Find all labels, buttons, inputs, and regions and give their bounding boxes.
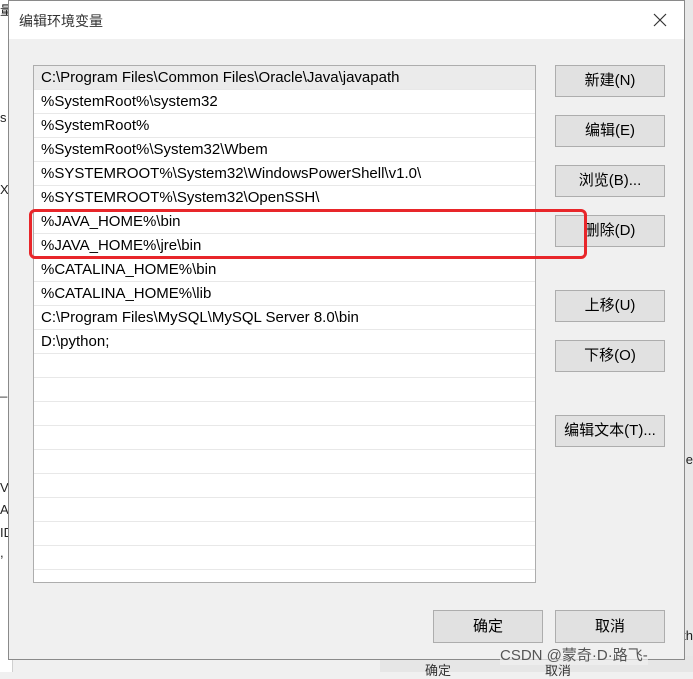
path-list-item[interactable]: %SYSTEMROOT%\System32\WindowsPowerShell\… xyxy=(34,162,535,186)
delete-button[interactable]: 删除(D) xyxy=(555,215,665,247)
path-list-item[interactable]: %SYSTEMROOT%\System32\OpenSSH\ xyxy=(34,186,535,210)
path-list-item[interactable]: %SystemRoot%\System32\Wbem xyxy=(34,138,535,162)
empty-list-row[interactable] xyxy=(34,426,535,450)
empty-list-row[interactable] xyxy=(34,474,535,498)
browse-button[interactable]: 浏览(B)... xyxy=(555,165,665,197)
path-list-item[interactable]: %SystemRoot% xyxy=(34,114,535,138)
edit-text-button[interactable]: 编辑文本(T)... xyxy=(555,415,665,447)
close-button[interactable] xyxy=(646,7,674,33)
empty-list-row[interactable] xyxy=(34,354,535,378)
path-list-item[interactable]: C:\Program Files\MySQL\MySQL Server 8.0\… xyxy=(34,306,535,330)
path-list-item[interactable]: %SystemRoot%\system32 xyxy=(34,90,535,114)
ok-button[interactable]: 确定 xyxy=(433,610,543,643)
path-list[interactable]: C:\Program Files\Common Files\Oracle\Jav… xyxy=(33,65,536,583)
path-list-item[interactable]: %CATALINA_HOME%\bin xyxy=(34,258,535,282)
move-up-button[interactable]: 上移(U) xyxy=(555,290,665,322)
path-list-item[interactable]: %JAVA_HOME%\bin xyxy=(34,210,535,234)
background-text: e xyxy=(685,452,693,467)
background-ok-button: 确定 xyxy=(425,663,452,678)
empty-list-row[interactable] xyxy=(34,522,535,546)
move-down-button[interactable]: 下移(O) xyxy=(555,340,665,372)
empty-list-row[interactable] xyxy=(34,546,535,570)
background-text: s xyxy=(0,110,7,125)
empty-list-row[interactable] xyxy=(34,378,535,402)
path-list-item[interactable]: %CATALINA_HOME%\lib xyxy=(34,282,535,306)
background-text: , xyxy=(0,545,4,560)
background-window-right xyxy=(685,0,693,672)
empty-list-row[interactable] xyxy=(34,498,535,522)
new-button[interactable]: 新建(N) xyxy=(555,65,665,97)
path-list-item[interactable]: %JAVA_HOME%\jre\bin xyxy=(34,234,535,258)
path-list-item[interactable]: C:\Program Files\Common Files\Oracle\Jav… xyxy=(34,66,535,90)
dialog-title: 编辑环境变量 xyxy=(19,13,103,29)
title-bar: 编辑环境变量 xyxy=(9,1,684,39)
close-icon xyxy=(653,13,667,27)
edit-button[interactable]: 编辑(E) xyxy=(555,115,665,147)
cancel-button[interactable]: 取消 xyxy=(555,610,665,643)
watermark: CSDN @蒙奇·D·路飞- xyxy=(500,644,648,665)
empty-list-row[interactable] xyxy=(34,450,535,474)
empty-list-row[interactable] xyxy=(34,402,535,426)
edit-environment-variable-dialog: 编辑环境变量 C:\Program Files\Common Files\Ora… xyxy=(8,0,685,660)
path-list-item[interactable]: D:\python; xyxy=(34,330,535,354)
